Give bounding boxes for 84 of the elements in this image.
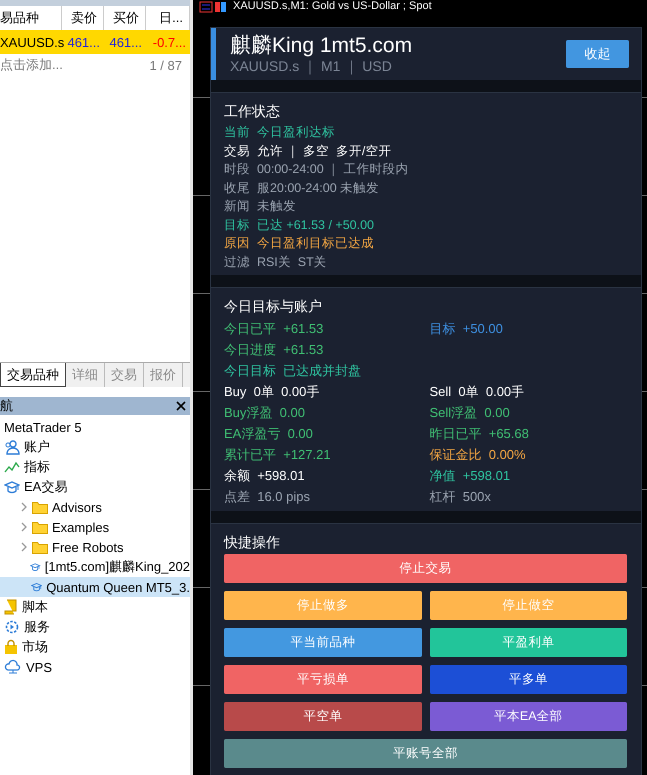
add-symbol-hint[interactable]: 点击添加... xyxy=(0,56,63,74)
tree-label: 账户 xyxy=(24,438,50,456)
chart-type-icon xyxy=(199,0,227,12)
tree-label: VPS xyxy=(26,660,52,674)
tab[interactable]: 交易品种 xyxy=(0,363,66,387)
account-stat: Buy 0单 0.00手 xyxy=(224,383,320,401)
account-stat: EA浮盈亏 0.00 xyxy=(224,425,314,443)
tree-item[interactable]: Advisors xyxy=(0,497,190,517)
tree-item[interactable]: Quantum Queen MT5_3. xyxy=(0,577,190,597)
symbol-row[interactable]: XAUUSD.s 461... 461... -0.7... xyxy=(0,30,190,54)
account-stat: 今日进度 +61.53 xyxy=(224,341,324,359)
status-line: 收尾 服20:00-24:00 未触发 xyxy=(224,180,380,196)
account-stat: 保证金比 0.00% xyxy=(430,446,527,464)
graduation-cap-icon xyxy=(4,479,20,495)
chevron-icon[interactable] xyxy=(20,502,28,512)
account-stat: 目标 +50.00 xyxy=(430,320,504,338)
account-stat: 净值 +598.01 xyxy=(430,467,512,485)
tree-label: EA交易 xyxy=(24,478,68,496)
section-title: 今日目标与账户 xyxy=(224,298,323,316)
account-stat: 昨日已平 +65.68 xyxy=(430,425,530,443)
symbol-count: 1 / 87 xyxy=(149,58,182,72)
tree-item[interactable]: MetaTrader 5 xyxy=(0,417,190,437)
account-stat: 今日目标 已达成并封盘 xyxy=(224,362,362,380)
status-line: 当前 今日盈利达标 xyxy=(224,124,336,141)
tree-label: Advisors xyxy=(52,500,102,514)
panel-title: 麒麟King 1mt5.com xyxy=(230,34,412,58)
section-title: 快捷操作 xyxy=(224,534,281,552)
bid-cell-text: 461... xyxy=(66,34,101,50)
tree-item[interactable]: VPS xyxy=(0,657,190,677)
account-stat: Sell 0单 0.00手 xyxy=(430,383,526,401)
action-button[interactable]: 平本EA全部 xyxy=(430,702,627,731)
status-line: 原因 今日盈利目标已达成 xyxy=(224,235,375,252)
action-button[interactable]: 平空单 xyxy=(224,702,422,731)
tree-label: Free Robots xyxy=(52,540,124,554)
people-icon xyxy=(4,439,20,455)
tree-item[interactable]: 服务 xyxy=(0,617,190,637)
chevron-icon[interactable] xyxy=(20,542,28,552)
tree-label: 服务 xyxy=(24,618,50,636)
account-stat: Buy浮盈 0.00 xyxy=(224,404,306,422)
account-stat: 今日已平 +61.53 xyxy=(224,320,324,338)
account-stat: 累计已平 +127.21 xyxy=(224,446,332,464)
navigator-title: 航 xyxy=(0,397,13,415)
action-button[interactable]: 平多单 xyxy=(430,665,627,694)
status-line: 过滤 RSI关 ST关 xyxy=(224,254,328,270)
line-chart-icon xyxy=(4,459,20,475)
status-line: 交易 允许 ｜ 多空 多开/空开 xyxy=(224,142,392,160)
ask-cell-text: 461... xyxy=(108,34,143,50)
tree-item[interactable]: 市场 xyxy=(0,637,190,657)
status-line: 新闻 未触发 xyxy=(224,198,297,215)
tree-label: 指标 xyxy=(24,458,50,476)
tree-label: 市场 xyxy=(22,638,48,656)
chart-title: XAUUSD.s,M1: Gold vs US-Dollar ; Spot xyxy=(233,0,432,13)
folder-icon xyxy=(32,520,48,534)
cloud-icon xyxy=(4,659,22,675)
tree-item[interactable]: Examples xyxy=(0,517,190,537)
tree-label: Examples xyxy=(52,520,110,534)
tree-item[interactable]: Free Robots xyxy=(0,537,190,557)
account-stat: 点差 16.0 pips xyxy=(224,488,311,506)
status-line: 时段 00:00-24:00 ｜ 工作时段内 xyxy=(224,161,410,178)
close-icon[interactable] xyxy=(176,401,186,411)
status-line: 目标 已达 +61.53 / +50.00 xyxy=(224,216,375,234)
tree-label: MetaTrader 5 xyxy=(4,420,82,434)
account-stat: 余额 +598.01 xyxy=(224,467,306,485)
account-stat: 杠杆 500x xyxy=(430,488,492,506)
folder-icon xyxy=(32,500,48,514)
section-title: 工作状态 xyxy=(224,103,281,121)
action-button[interactable]: 平账号全部 xyxy=(224,739,627,768)
tree-item[interactable]: 指标 xyxy=(0,457,190,477)
tree-label: 脚本 xyxy=(22,598,48,616)
tree-label: [1mt5.com]麒麟King_202 xyxy=(44,558,190,576)
tree-label: Quantum Queen MT5_3. xyxy=(46,580,190,594)
tree-item[interactable]: [1mt5.com]麒麟King_202 xyxy=(0,557,190,577)
tree-item[interactable]: EA交易 xyxy=(0,477,190,497)
tree-item[interactable]: 账户 xyxy=(0,437,190,457)
symbol-cell: XAUUSD.s xyxy=(0,34,62,50)
change-cell-text: -0.7... xyxy=(152,34,187,50)
chevron-icon[interactable] xyxy=(20,522,28,532)
panel-subtitle: XAUUSD.s ｜ M1 ｜ USD xyxy=(230,58,393,74)
shopping-bag-icon xyxy=(4,639,18,655)
tree-item[interactable]: 脚本 xyxy=(0,597,190,617)
gear-icon xyxy=(4,619,20,635)
folder-icon xyxy=(32,540,48,554)
account-stat: Sell浮盈 0.00 xyxy=(430,404,511,422)
script-icon xyxy=(4,599,18,615)
